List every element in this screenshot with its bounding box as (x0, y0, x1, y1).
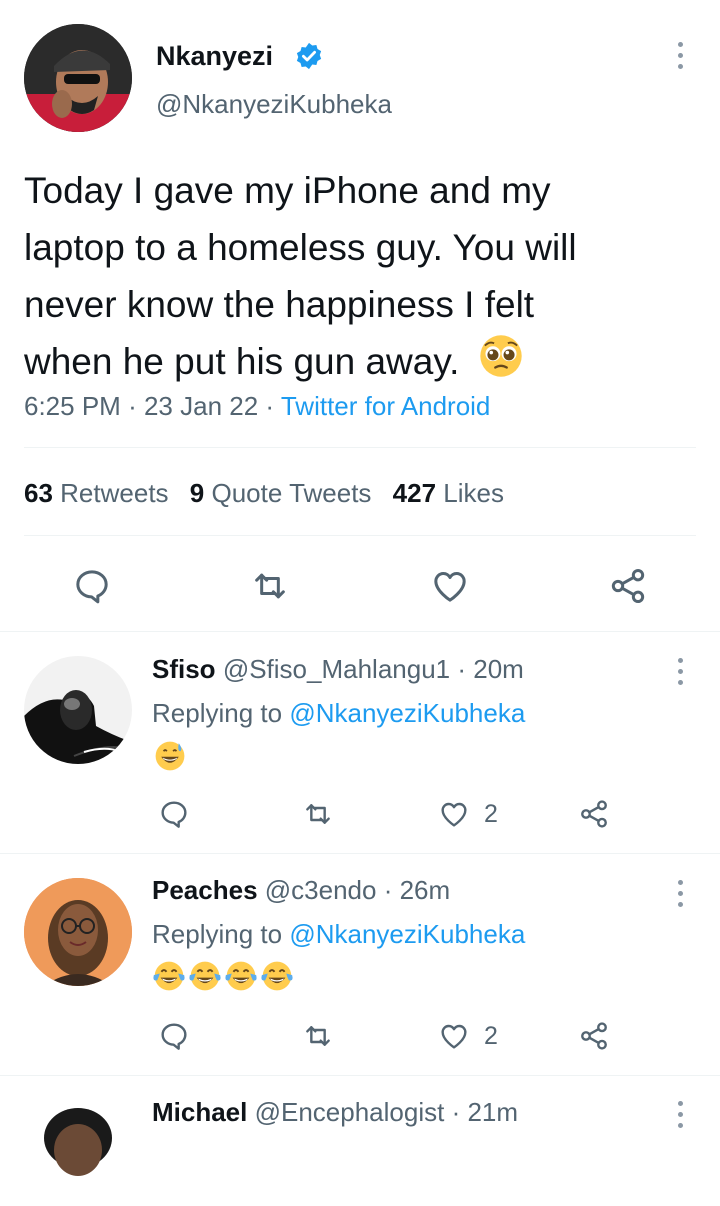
replying-to: Replying to @NkanyeziKubheka (152, 696, 525, 730)
tweet-meta: 6:25 PM · 23 Jan 22 · Twitter for Androi… (24, 390, 490, 422)
retweets-stat[interactable]: 63 Retweets (24, 478, 176, 508)
reply-author-name[interactable]: Peaches (152, 875, 258, 905)
tweet-time[interactable]: 6:25 PM (24, 391, 121, 421)
quotes-count: 9 (189, 478, 205, 508)
tweet-text: Today I gave my iPhone and my laptop to … (24, 162, 714, 395)
retweet-icon (255, 573, 285, 599)
reply-time[interactable]: · 21m (452, 1097, 518, 1127)
quotes-stat[interactable]: 9 Quote Tweets (190, 478, 379, 508)
like-count: 2 (484, 1022, 498, 1050)
meta-separator: · (265, 391, 275, 421)
more-options-icon[interactable] (676, 880, 684, 907)
tweet-source[interactable]: Twitter for Android (281, 391, 491, 421)
retweet-icon (306, 804, 330, 824)
reply-button[interactable] (156, 796, 192, 832)
grinning-face-with-sweat-emoji-icon (154, 740, 186, 777)
reply-avatar[interactable] (24, 878, 132, 986)
more-options-icon[interactable] (676, 42, 684, 69)
author-avatar[interactable] (24, 24, 132, 132)
reply-author-name[interactable]: Sfiso (152, 654, 216, 684)
tweet-text-line: laptop to a homeless guy. You will (24, 227, 577, 268)
more-options-icon[interactable] (676, 1101, 684, 1128)
retweet-button[interactable] (300, 1018, 336, 1054)
replying-to-label: Replying to (152, 698, 283, 728)
tweet-stats: 63 Retweets 9 Quote Tweets 427 Likes (24, 477, 504, 509)
reply-author-name[interactable]: Michael (152, 1097, 247, 1127)
like-button[interactable] (436, 1018, 472, 1054)
tweet-text-line: Today I gave my iPhone and my (24, 170, 551, 211)
divider (24, 447, 696, 448)
heart-icon (434, 572, 466, 602)
reply-time[interactable]: · 20m (457, 654, 523, 684)
tweet-text-line: when he put his gun away. (24, 333, 714, 395)
replying-to-handle[interactable]: @NkanyeziKubheka (289, 698, 525, 728)
meta-separator: · (128, 391, 137, 421)
like-button[interactable] (428, 564, 472, 608)
heart-icon (441, 1024, 467, 1049)
divider (0, 1075, 720, 1076)
reply-author-handle[interactable]: @Sfiso_Mahlangu1 (223, 654, 450, 684)
likes-stat[interactable]: 427 Likes (393, 478, 504, 508)
reply-time[interactable]: · 26m (384, 875, 450, 905)
reply-header: Peaches @c3endo · 26m (152, 873, 450, 907)
likes-count: 427 (392, 478, 437, 508)
pleading-face-emoji-icon (478, 333, 524, 395)
reply-icon (161, 1023, 187, 1050)
replying-to: Replying to @NkanyeziKubheka (152, 917, 525, 951)
reply-avatar[interactable] (24, 656, 132, 764)
retweet-button[interactable] (248, 564, 292, 608)
author-handle[interactable]: @NkanyeziKubheka (156, 88, 392, 120)
reply-icon (76, 570, 108, 604)
tweet-date[interactable]: 23 Jan 22 (144, 391, 258, 421)
replying-to-label: Replying to (152, 919, 283, 949)
author-name[interactable]: Nkanyezi (156, 40, 273, 72)
face-with-tears-of-joy-emoji-icon (152, 960, 294, 992)
verified-badge-icon (294, 41, 324, 71)
reply-icon (161, 801, 187, 828)
heart-icon (441, 802, 467, 827)
retweets-count: 63 (24, 478, 53, 508)
retweet-button[interactable] (300, 796, 336, 832)
reply-header: Michael @Encephalogist · 21m (152, 1095, 518, 1129)
share-button[interactable] (576, 1018, 612, 1054)
reply-avatar[interactable] (24, 1098, 132, 1206)
share-button[interactable] (606, 564, 650, 608)
reply-header: Sfiso @Sfiso_Mahlangu1 · 20m (152, 652, 524, 686)
share-icon (581, 800, 607, 828)
share-button[interactable] (576, 796, 612, 832)
like-button[interactable] (436, 796, 472, 832)
divider (0, 853, 720, 854)
divider (0, 631, 720, 632)
divider (24, 535, 696, 536)
reply-author-handle[interactable]: @Encephalogist (255, 1097, 445, 1127)
reply-button[interactable] (70, 564, 114, 608)
likes-label: Likes (443, 478, 504, 508)
retweets-label: Retweets (60, 478, 169, 508)
share-icon (581, 1022, 607, 1050)
like-count: 2 (484, 800, 498, 828)
more-options-icon[interactable] (676, 658, 684, 685)
quotes-label: Quote Tweets (211, 478, 372, 508)
reply-author-handle[interactable]: @c3endo (265, 875, 377, 905)
reply-button[interactable] (156, 1018, 192, 1054)
tweet-text-line: never know the happiness I felt (24, 284, 535, 325)
retweet-icon (306, 1026, 330, 1046)
share-icon (611, 569, 645, 603)
replying-to-handle[interactable]: @NkanyeziKubheka (289, 919, 525, 949)
